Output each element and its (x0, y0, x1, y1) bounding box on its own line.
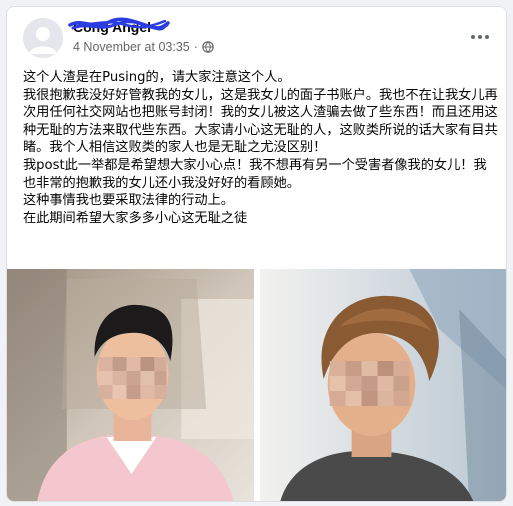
post-header: Cong Angel 4 November at 03:35 · (7, 7, 506, 65)
post-card: Cong Angel 4 November at 03:35 · 这个人渣是在P… (6, 6, 507, 502)
post-meta: 4 November at 03:35 · (73, 40, 214, 54)
photo-grid (7, 269, 506, 501)
redaction-scribble (68, 17, 170, 31)
globe-icon[interactable] (202, 41, 214, 53)
post-timestamp[interactable]: 4 November at 03:35 (73, 40, 190, 54)
default-avatar-icon (23, 18, 63, 58)
post-photo-left[interactable] (7, 269, 254, 501)
more-options-icon (471, 35, 475, 39)
author-avatar[interactable] (23, 18, 63, 58)
post-body-text: 这个人渣是在Pusing的，请大家注意这个人。 我很抱歉我没好好管教我的女儿，这… (23, 70, 498, 226)
post-photo-right[interactable] (260, 269, 506, 501)
more-options-button[interactable] (466, 23, 494, 51)
